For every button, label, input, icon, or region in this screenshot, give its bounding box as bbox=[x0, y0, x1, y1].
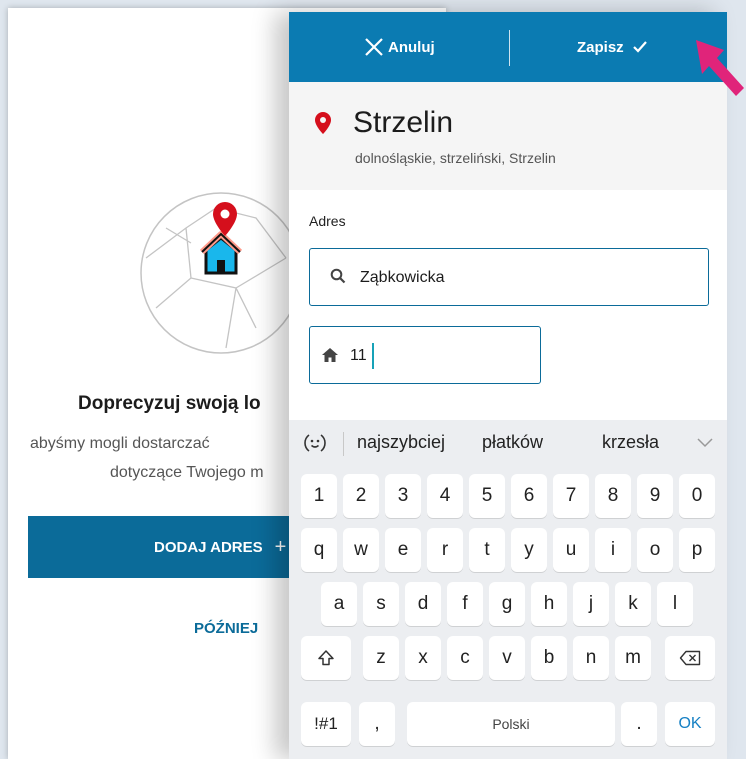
house-number-input[interactable] bbox=[350, 345, 380, 367]
key-2[interactable]: 2 bbox=[343, 474, 379, 518]
plus-icon: + bbox=[274, 535, 287, 558]
key-s[interactable]: s bbox=[363, 582, 399, 626]
suggestion-2[interactable]: płatków bbox=[482, 432, 543, 453]
key-x[interactable]: x bbox=[405, 636, 441, 680]
space-key[interactable]: Polski bbox=[407, 702, 615, 746]
suggestion-3[interactable]: krzesła bbox=[602, 432, 659, 453]
top-bar: Anuluj Zapisz bbox=[289, 12, 727, 82]
cancel-label: Anuluj bbox=[388, 38, 435, 56]
city-name: Strzelin bbox=[353, 106, 454, 139]
key-r[interactable]: r bbox=[427, 528, 463, 572]
address-label: Adres bbox=[309, 213, 346, 229]
key-8[interactable]: 8 bbox=[595, 474, 631, 518]
search-icon bbox=[330, 268, 346, 284]
key-7[interactable]: 7 bbox=[553, 474, 589, 518]
close-icon bbox=[365, 38, 383, 56]
comma-key[interactable]: , bbox=[359, 702, 395, 746]
pointer-arrow-icon bbox=[696, 40, 744, 96]
save-button[interactable]: Zapisz bbox=[577, 34, 648, 60]
key-c[interactable]: c bbox=[447, 636, 483, 680]
checkmark-icon bbox=[632, 41, 647, 53]
key-h[interactable]: h bbox=[531, 582, 567, 626]
key-l[interactable]: l bbox=[657, 582, 693, 626]
location-pin-icon bbox=[315, 112, 331, 134]
key-1[interactable]: 1 bbox=[301, 474, 337, 518]
number-row: 1 2 3 4 5 6 7 8 9 0 bbox=[289, 474, 727, 518]
address-editor-panel: Anuluj Zapisz Strzelin dolnośląskie, str… bbox=[289, 12, 727, 759]
street-field[interactable] bbox=[309, 248, 709, 306]
key-y[interactable]: y bbox=[511, 528, 547, 572]
function-row: !#1 , Polski . OK bbox=[289, 702, 727, 746]
period-key[interactable]: . bbox=[621, 702, 657, 746]
key-9[interactable]: 9 bbox=[637, 474, 673, 518]
home-icon bbox=[322, 348, 338, 362]
key-t[interactable]: t bbox=[469, 528, 505, 572]
on-screen-keyboard: najszybciej płatków krzesła 1 2 3 4 5 6 … bbox=[289, 420, 727, 759]
key-o[interactable]: o bbox=[637, 528, 673, 572]
ok-key[interactable]: OK bbox=[665, 702, 715, 746]
key-u[interactable]: u bbox=[553, 528, 589, 572]
backspace-key[interactable] bbox=[665, 636, 715, 680]
top-bar-divider bbox=[509, 30, 510, 66]
symbols-key[interactable]: !#1 bbox=[301, 702, 351, 746]
key-i[interactable]: i bbox=[595, 528, 631, 572]
key-3[interactable]: 3 bbox=[385, 474, 421, 518]
chevron-down-icon[interactable] bbox=[697, 438, 713, 448]
key-d[interactable]: d bbox=[405, 582, 441, 626]
key-e[interactable]: e bbox=[385, 528, 421, 572]
backspace-icon bbox=[679, 650, 701, 666]
top-letter-row: q w e r t y u i o p bbox=[289, 528, 727, 572]
key-w[interactable]: w bbox=[343, 528, 379, 572]
key-k[interactable]: k bbox=[615, 582, 651, 626]
suggestion-separator bbox=[343, 432, 344, 456]
key-6[interactable]: 6 bbox=[511, 474, 547, 518]
emoji-icon[interactable] bbox=[303, 431, 327, 455]
location-map-illustration bbox=[140, 192, 302, 354]
suggestion-bar: najszybciej płatków krzesła bbox=[289, 420, 727, 466]
address-form: Adres bbox=[289, 190, 727, 420]
key-n[interactable]: n bbox=[573, 636, 609, 680]
key-f[interactable]: f bbox=[447, 582, 483, 626]
key-j[interactable]: j bbox=[573, 582, 609, 626]
key-p[interactable]: p bbox=[679, 528, 715, 572]
key-v[interactable]: v bbox=[489, 636, 525, 680]
middle-letter-row: a s d f g h j k l bbox=[289, 582, 727, 626]
key-a[interactable]: a bbox=[321, 582, 357, 626]
key-z[interactable]: z bbox=[363, 636, 399, 680]
shift-key[interactable] bbox=[301, 636, 351, 680]
cancel-button[interactable]: Anuluj bbox=[363, 34, 435, 60]
key-g[interactable]: g bbox=[489, 582, 525, 626]
suggestion-1[interactable]: najszybciej bbox=[357, 432, 445, 453]
key-q[interactable]: q bbox=[301, 528, 337, 572]
key-0[interactable]: 0 bbox=[679, 474, 715, 518]
key-4[interactable]: 4 bbox=[427, 474, 463, 518]
house-number-field[interactable] bbox=[309, 326, 541, 384]
add-address-label: DODAJ ADRES bbox=[154, 538, 263, 556]
region-line: dolnośląskie, strzeliński, Strzelin bbox=[355, 150, 556, 166]
location-header: Strzelin dolnośląskie, strzeliński, Strz… bbox=[289, 82, 727, 190]
shift-icon bbox=[318, 650, 334, 666]
key-b[interactable]: b bbox=[531, 636, 567, 680]
street-input[interactable] bbox=[360, 267, 690, 289]
key-5[interactable]: 5 bbox=[469, 474, 505, 518]
bottom-letter-row: z x c v b n m bbox=[289, 636, 727, 680]
text-caret bbox=[372, 343, 374, 369]
key-m[interactable]: m bbox=[615, 636, 651, 680]
later-link[interactable]: PÓŹNIEJ bbox=[194, 620, 258, 637]
save-label: Zapisz bbox=[577, 38, 624, 56]
